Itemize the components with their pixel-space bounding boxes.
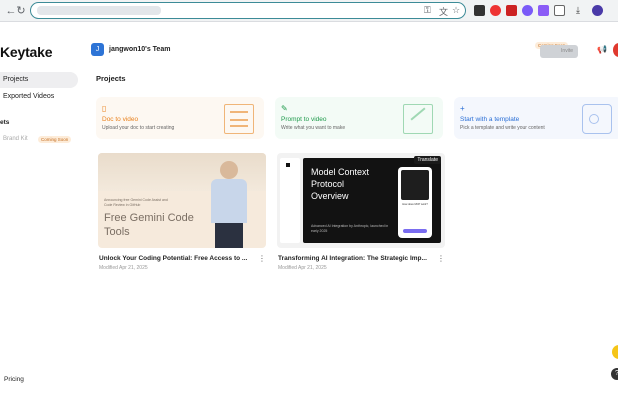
download-icon[interactable]: ⤓ (576, 5, 587, 16)
coming-soon-badge: Coming Soon (38, 136, 72, 143)
sidebar-section-assets: ets (0, 119, 10, 126)
avatar[interactable] (613, 43, 618, 57)
edit-art-icon (403, 104, 433, 134)
presenter-shirt (211, 179, 247, 223)
video-date: Modified Apr 21, 2025 (99, 265, 148, 271)
video-date: Modified Apr 21, 2025 (278, 265, 327, 271)
phone-title: How does MCP work? (402, 203, 428, 206)
more-options-icon[interactable]: ⋮ (437, 254, 445, 263)
action-subtitle: Upload your doc to start creating (102, 125, 175, 131)
sidebar-item-exported-videos[interactable]: Exported Videos (0, 89, 54, 105)
page-title: Projects (96, 74, 126, 83)
thumb-title: Model Context Protocol Overview (311, 167, 370, 202)
more-options-icon[interactable]: ⋮ (258, 254, 266, 263)
help-icon[interactable]: ? (611, 368, 618, 380)
presenter-head (220, 161, 238, 179)
translate-icon[interactable]: 文 (439, 5, 448, 18)
profile-icon[interactable] (592, 5, 603, 16)
address-bar[interactable]: ⚿ 文 ☆ (30, 2, 466, 19)
translate-badge[interactable]: Translate (414, 156, 441, 164)
password-icon[interactable]: ⚿ (424, 5, 431, 16)
extension-icon[interactable] (538, 5, 549, 16)
prompt-to-video-card[interactable]: ✎ Prompt to video Write what you want to… (275, 97, 443, 139)
puzzle-icon[interactable] (554, 5, 565, 16)
thumb-subtitle: Advanced AI Integration by Anthropic, la… (311, 224, 389, 233)
sidebar-item-projects[interactable]: Projects (0, 72, 78, 88)
extension-icon[interactable] (490, 5, 501, 16)
extension-icon[interactable] (522, 5, 533, 16)
presenter-pants (215, 223, 243, 248)
video-title[interactable]: Transforming AI Integration: The Strateg… (278, 255, 427, 262)
slide-dark-panel: Model Context Protocol Overview Advanced… (303, 158, 441, 243)
extension-icon[interactable] (506, 5, 517, 16)
document-art-icon (224, 104, 254, 134)
reload-icon[interactable]: ↻ (14, 4, 28, 18)
video-title[interactable]: Unlock Your Coding Potential: Free Acces… (99, 255, 247, 262)
action-title: Prompt to video (281, 116, 327, 123)
action-title: Doc to video (102, 116, 139, 123)
brand-logo: Keytake (0, 44, 53, 60)
slide-logo (286, 163, 290, 167)
phone-button (403, 229, 427, 233)
thumb-title: Free Gemini Code Tools (104, 212, 194, 239)
start-with-template-card[interactable]: + Start with a template Pick a template … (454, 97, 618, 139)
invite-button[interactable]: Invite (540, 45, 578, 58)
phone-mockup: How does MCP work? (398, 167, 432, 238)
action-subtitle: Pick a template and write your content (460, 125, 545, 131)
plus-icon: + (460, 104, 465, 113)
phone-screen (401, 170, 429, 200)
address-text (37, 6, 161, 15)
video-thumbnail[interactable]: Model Context Protocol Overview Advanced… (277, 153, 445, 248)
team-avatar[interactable]: J (91, 43, 104, 56)
extension-icon[interactable] (474, 5, 485, 16)
video-thumbnail[interactable]: Announcing free Gemini Code Assist and C… (98, 153, 266, 248)
slide-sidebar (280, 158, 300, 243)
team-name[interactable]: jangwon10's Team (109, 46, 170, 53)
browser-toolbar: ← ↻ ⚿ 文 ☆ ⤓ (0, 0, 618, 22)
sidebar-item-brand-kit: Brand Kit (3, 136, 28, 142)
document-icon: ▯ (102, 104, 107, 113)
pencil-icon: ✎ (281, 104, 288, 113)
sidebar: Keytake Projects Exported Videos ets Bra… (0, 36, 84, 394)
megaphone-icon[interactable]: 📢 (597, 45, 607, 54)
doc-to-video-card[interactable]: ▯ Doc to video Upload your doc to start … (96, 97, 264, 139)
action-title: Start with a template (460, 116, 520, 123)
action-subtitle: Write what you want to make (281, 125, 346, 131)
chat-widget-icon[interactable] (612, 345, 618, 359)
invite-label: Invite (561, 48, 573, 54)
star-icon[interactable]: ☆ (452, 5, 460, 16)
thumb-caption: Announcing free Gemini Code Assist and C… (104, 198, 168, 207)
camera-art-icon (582, 104, 612, 134)
sidebar-item-pricing[interactable]: Pricing (4, 376, 24, 383)
